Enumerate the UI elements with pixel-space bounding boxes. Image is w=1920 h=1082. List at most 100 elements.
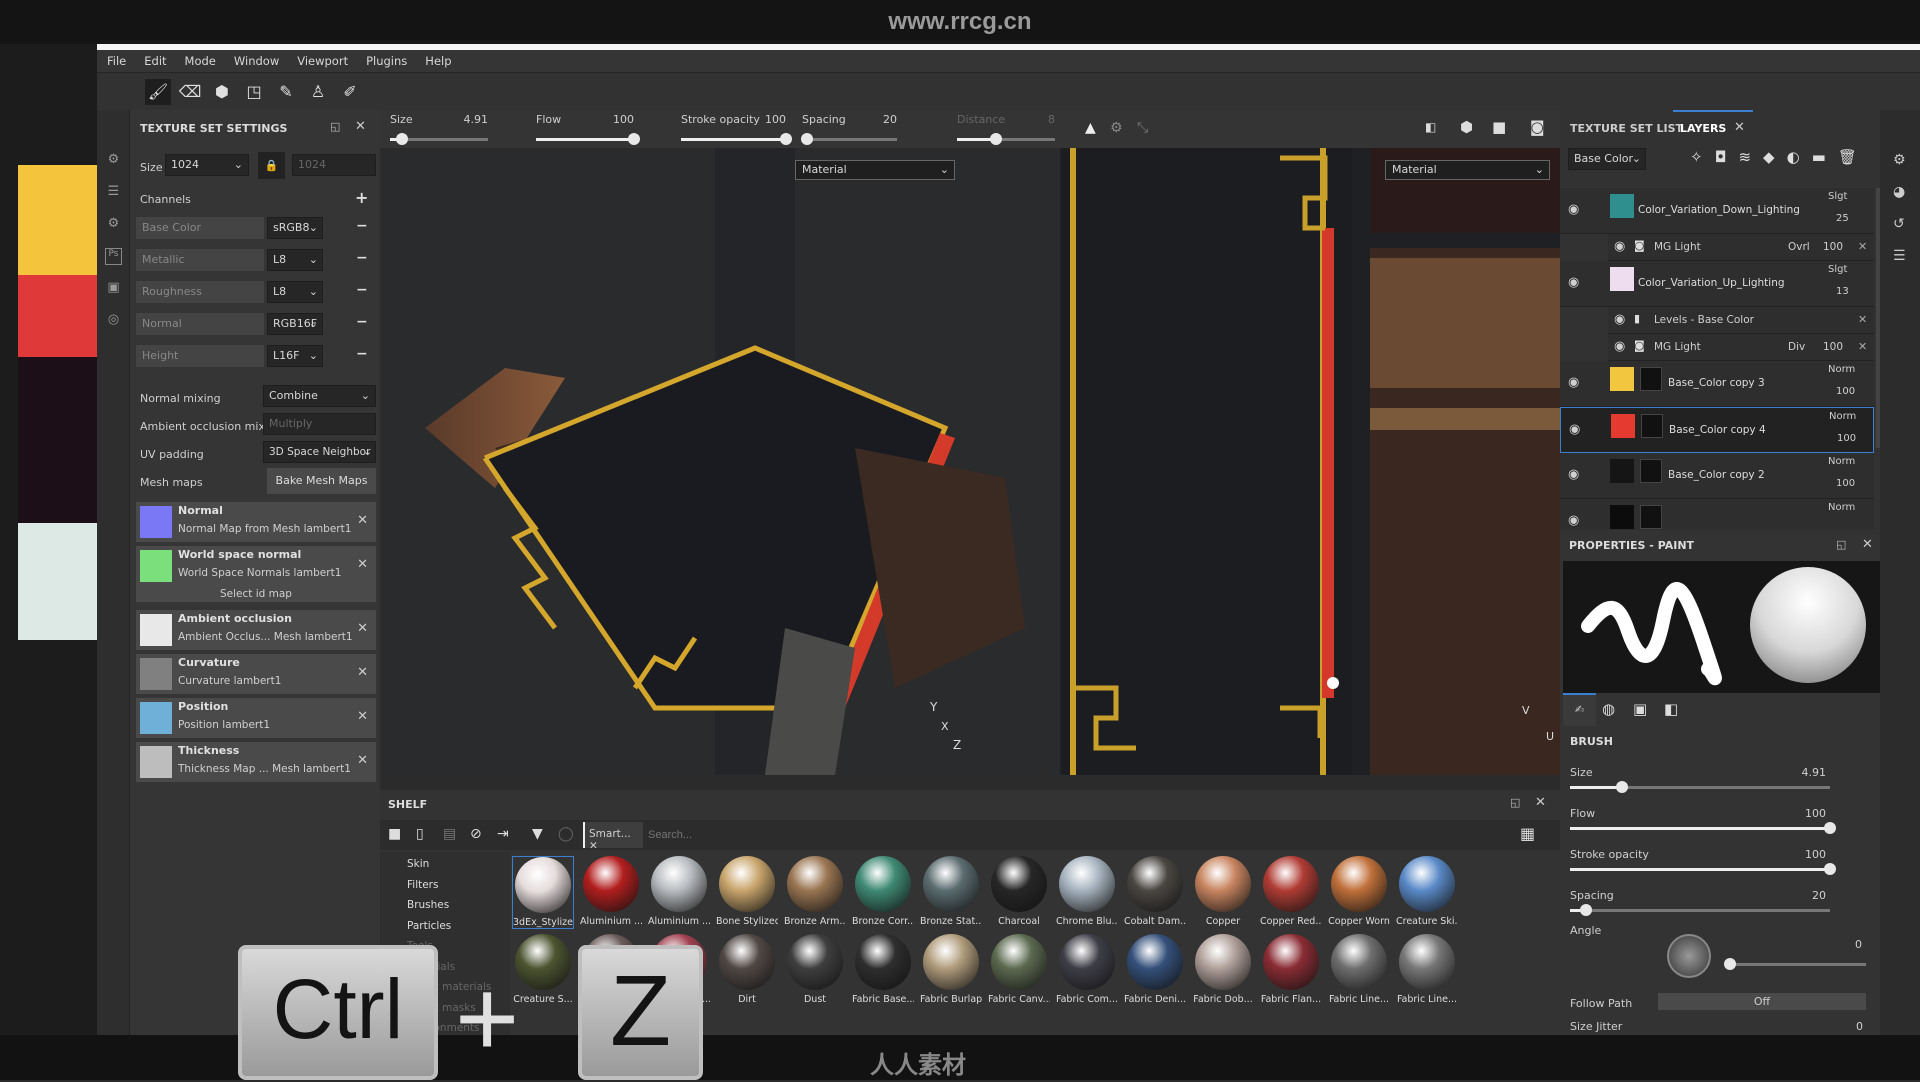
shader-settings-icon[interactable]: ◕ bbox=[1893, 184, 1905, 200]
eye-icon[interactable]: ◉ bbox=[1568, 202, 1579, 217]
slider-knob[interactable] bbox=[1724, 958, 1736, 970]
shelf-category-particles[interactable]: Particles bbox=[407, 920, 451, 932]
symmetry-settings-icon[interactable]: ⚙ bbox=[1110, 120, 1123, 136]
texture-set-icon[interactable]: ⚙ bbox=[105, 152, 122, 169]
menu-mode[interactable]: Mode bbox=[185, 54, 216, 68]
document-icon[interactable]: ▣ bbox=[105, 280, 122, 297]
slider-knob[interactable] bbox=[395, 133, 408, 145]
smudge-icon[interactable]: ✎ bbox=[273, 79, 299, 105]
material-item[interactable]: Fabric Line... bbox=[1328, 934, 1390, 1005]
split-view-icon[interactable]: ◧ bbox=[1425, 120, 1436, 134]
eye-icon[interactable]: ◉ bbox=[1568, 375, 1579, 390]
photoshop-icon[interactable]: Ps bbox=[105, 248, 122, 265]
mesh-map-thickness[interactable]: Thickness Thickness Map ... Mesh lambert1… bbox=[136, 742, 376, 782]
add-effect-icon[interactable]: ✧ bbox=[1690, 148, 1715, 166]
material-item[interactable]: Bronze Arm... bbox=[784, 856, 846, 927]
material-item[interactable]: Dirt bbox=[716, 934, 778, 1005]
slider-knob[interactable] bbox=[1579, 904, 1592, 916]
eye-icon[interactable]: ◉ bbox=[1568, 513, 1579, 528]
material-item[interactable]: Copper Worn bbox=[1328, 856, 1390, 927]
angle-dial[interactable] bbox=[1667, 934, 1711, 978]
remove-mesh-map-icon[interactable]: ✕ bbox=[357, 709, 368, 724]
brush-slider[interactable] bbox=[1570, 863, 1836, 875]
layer-opacity[interactable]: 100 bbox=[1836, 386, 1855, 397]
layer-opacity[interactable]: 13 bbox=[1836, 286, 1849, 297]
eye-icon[interactable]: ◉ bbox=[1614, 312, 1625, 327]
remove-mesh-map-icon[interactable]: ✕ bbox=[357, 753, 368, 768]
add-fill-layer-icon[interactable]: ◆ bbox=[1763, 148, 1787, 166]
layer-opacity[interactable]: 100 bbox=[1836, 478, 1855, 489]
slider-knob[interactable] bbox=[1824, 863, 1836, 875]
material-tab-icon[interactable]: ◧ bbox=[1664, 700, 1678, 718]
effect-row[interactable]: ◉ ◙ MG Light Ovrl 100 ✕ bbox=[1608, 234, 1874, 261]
eye-icon[interactable]: ◉ bbox=[1568, 275, 1579, 290]
remove-effect-icon[interactable]: ✕ bbox=[1858, 340, 1867, 353]
shelf-tab-smart[interactable]: Smart... ✕ bbox=[583, 822, 643, 852]
camera-icon[interactable]: ■ bbox=[1492, 118, 1506, 136]
layer-row[interactable]: ◉ Norm bbox=[1560, 499, 1874, 530]
add-channel-icon[interactable]: + bbox=[355, 188, 368, 207]
undock-icon[interactable]: ◱ bbox=[1510, 796, 1520, 809]
import-icon[interactable]: ⇥ bbox=[497, 826, 509, 842]
shelf-category-filters[interactable]: Filters bbox=[407, 879, 438, 891]
folder-icon[interactable]: ■ bbox=[388, 826, 401, 842]
undock-icon[interactable]: ◱ bbox=[330, 120, 340, 133]
brush-slider-value[interactable]: 100 bbox=[1790, 807, 1826, 820]
display-cube-icon[interactable]: ⬢ bbox=[1460, 118, 1473, 136]
eye-icon[interactable]: ◉ bbox=[1568, 467, 1579, 482]
layer-blend-mode[interactable]: Slgt bbox=[1828, 191, 1847, 202]
shelf-category-brushes[interactable]: Brushes bbox=[407, 899, 449, 911]
lock-icon[interactable]: 🔒 bbox=[258, 152, 285, 179]
material-item[interactable]: Fabric Dob... bbox=[1192, 934, 1254, 1005]
material-item[interactable]: Fabric Deni... bbox=[1124, 934, 1186, 1005]
add-folder-icon[interactable]: ▬ bbox=[1812, 148, 1838, 166]
spacing-slider[interactable] bbox=[800, 133, 897, 145]
material-item[interactable]: Cobalt Dam... bbox=[1124, 856, 1186, 927]
flow-slider[interactable] bbox=[536, 133, 640, 145]
material-item[interactable]: Bronze Stat... bbox=[920, 856, 982, 927]
polygon-fill-icon[interactable]: ◳ bbox=[241, 79, 267, 105]
eye-icon[interactable]: ◉ bbox=[1614, 339, 1625, 354]
add-mask-icon[interactable]: ◘ bbox=[1715, 148, 1739, 166]
screenshot-icon[interactable]: ◙ bbox=[1530, 118, 1545, 136]
layer-row[interactable]: ◉ Base_Color copy 2 Norm 100 bbox=[1560, 453, 1874, 499]
settings-icon[interactable]: ⚙ bbox=[105, 216, 122, 233]
mesh-map-curvature[interactable]: Curvature Curvature lambert1 ✕ bbox=[136, 654, 376, 694]
undock-icon[interactable]: ◱ bbox=[1836, 538, 1846, 551]
material-item[interactable]: Fabric Base... bbox=[852, 934, 914, 1005]
size-slider[interactable] bbox=[390, 133, 488, 145]
remove-channel-icon[interactable]: − bbox=[356, 282, 368, 298]
effect-blend-mode[interactable]: Div bbox=[1788, 341, 1805, 353]
projection-icon[interactable]: ⬢ bbox=[209, 79, 235, 105]
channel-select[interactable]: Base Color ⌄ bbox=[1568, 148, 1646, 170]
material-item[interactable]: Aluminium ... bbox=[648, 856, 710, 927]
close-tab-icon[interactable]: ✕ bbox=[589, 840, 598, 852]
channel-format-select[interactable]: RGB16F ⌄ bbox=[267, 313, 323, 335]
alpha-tab-icon[interactable]: ◍ bbox=[1602, 700, 1615, 718]
layer-blend-mode[interactable]: Slgt bbox=[1828, 264, 1847, 275]
normal-mixing-select[interactable]: Combine ⌄ bbox=[263, 385, 376, 407]
layers-icon[interactable]: ☰ bbox=[105, 184, 122, 201]
brush-slider-value[interactable]: 20 bbox=[1790, 889, 1826, 902]
viewport-3d[interactable]: Material ⌄ Y X Z bbox=[385, 148, 1045, 775]
material-item[interactable]: Charcoal bbox=[988, 856, 1050, 927]
layer-opacity[interactable]: 25 bbox=[1836, 213, 1849, 224]
layer-row[interactable]: ◉ Color_Variation_Down_Lighting Slgt 25 bbox=[1560, 188, 1874, 234]
effect-blend-mode[interactable]: Ovrl bbox=[1788, 241, 1810, 253]
brush-slider-value[interactable]: 100 bbox=[1790, 848, 1826, 861]
remove-channel-icon[interactable]: − bbox=[356, 346, 368, 362]
channel-format-select[interactable]: L8 ⌄ bbox=[267, 281, 323, 303]
material-mode-select-3d[interactable]: Material ⌄ bbox=[795, 160, 955, 180]
follow-path-toggle[interactable]: Off bbox=[1658, 993, 1866, 1010]
material-item[interactable]: Copper bbox=[1192, 856, 1254, 927]
hide-icon[interactable]: ⊘ bbox=[470, 826, 482, 842]
mesh-map-position[interactable]: Position Position lambert1 ✕ bbox=[136, 698, 376, 738]
save-icon[interactable]: ▤ bbox=[443, 826, 456, 842]
material-item[interactable]: Bone Stylized bbox=[716, 856, 778, 927]
history-icon[interactable]: ◎ bbox=[105, 312, 122, 329]
layer-blend-mode[interactable]: Norm bbox=[1828, 456, 1855, 467]
menu-viewport[interactable]: Viewport bbox=[297, 54, 348, 68]
brush-slider[interactable] bbox=[1570, 781, 1830, 793]
channel-format-select[interactable]: L16F ⌄ bbox=[267, 345, 323, 367]
material-mode-select-2d[interactable]: Material ⌄ bbox=[1385, 160, 1550, 180]
